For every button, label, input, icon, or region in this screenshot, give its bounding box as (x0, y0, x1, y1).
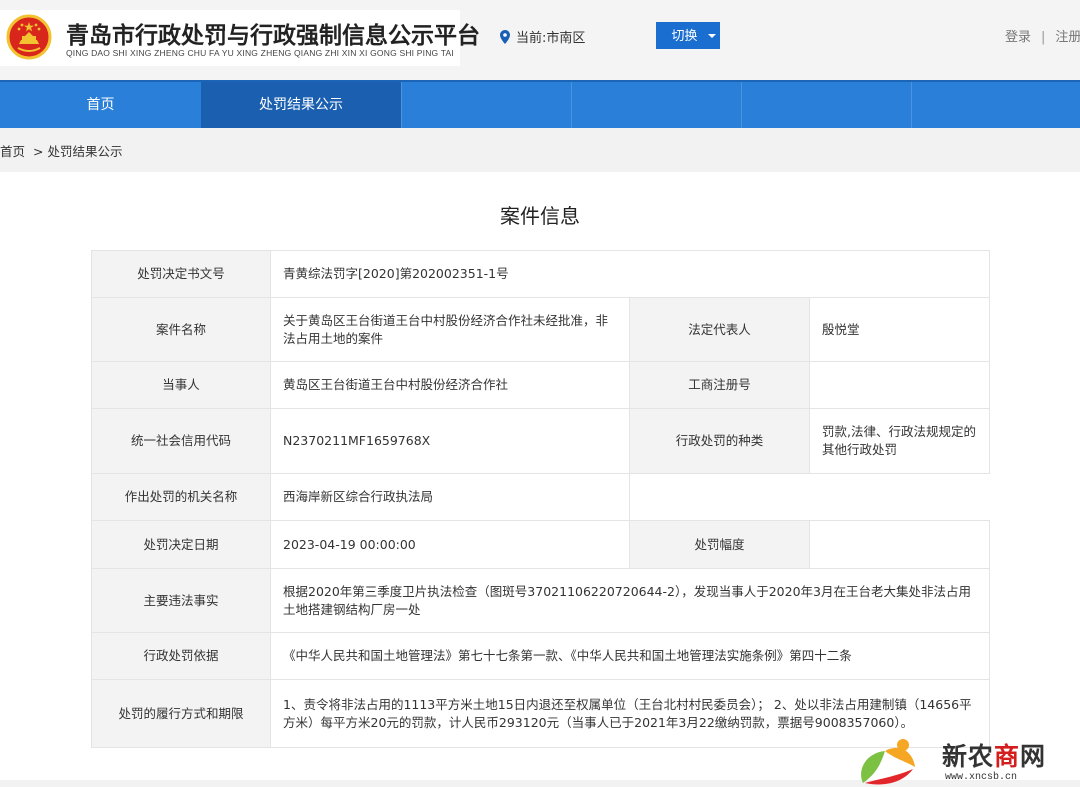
switch-region-button[interactable]: 切换 (656, 22, 720, 49)
party-label: 当事人 (91, 361, 271, 409)
case-name-value: 关于黄岛区王台街道王台中村股份经济合作社未经批准，非法占用土地的案件 (270, 297, 630, 362)
location-text: 当前:市南区 (516, 31, 586, 46)
chevron-down-icon (707, 34, 716, 38)
case-name-label: 案件名称 (91, 297, 271, 362)
legal-rep-label: 法定代表人 (629, 297, 810, 362)
nav-item-home[interactable]: 首页 (0, 82, 201, 128)
credit-code-label: 统一社会信用代码 (91, 408, 271, 474)
main-nav: 首页 处罚结果公示 (0, 80, 1080, 128)
facts-value: 根据2020年第三季度卫片执法检查（图斑号37021106220720644-2… (269, 568, 991, 633)
nav-divider (571, 82, 572, 128)
table-row: 处罚决定日期 2023-04-19 00:00:00 处罚幅度 (91, 520, 991, 569)
table-row: 处罚决定书文号 青黄综法罚字[2020]第202002351-1号 (91, 250, 991, 298)
authority-value: 西海岸新区综合行政执法局 (270, 473, 630, 521)
current-location: 当前:市南区 (500, 27, 585, 46)
doc-no-value: 青黄综法罚字[2020]第202002351-1号 (269, 250, 991, 298)
site-logo[interactable]: 青岛市行政处罚与行政强制信息公示平台 QING DAO SHI XING ZHE… (0, 10, 480, 66)
nav-divider (741, 82, 742, 128)
register-link[interactable]: 注册 (1055, 30, 1080, 45)
credit-code-value: N2370211MF1659768X (270, 408, 630, 474)
breadcrumb-home[interactable]: 首页 (0, 144, 25, 159)
site-subtitle: QING DAO SHI XING ZHENG CHU FA YU XING Z… (66, 48, 454, 58)
watermark-url: www.xncsb.cn (945, 772, 1018, 783)
decision-date-label: 处罚决定日期 (91, 520, 271, 569)
breadcrumb-separator: > (33, 144, 44, 159)
auth-links: 登录 | 注册 (1005, 26, 1080, 45)
auth-separator: | (1041, 30, 1046, 45)
facts-label: 主要违法事实 (91, 568, 271, 633)
table-row: 行政处罚依据 《中华人民共和国土地管理法》第七十七条第一款、《中华人民共和国土地… (91, 632, 991, 680)
nav-item-home-label: 首页 (86, 97, 115, 113)
switch-label: 切换 (671, 28, 698, 43)
empty-cell (628, 473, 991, 521)
table-row: 主要违法事实 根据2020年第三季度卫片执法检查（图斑号370211062207… (91, 568, 991, 633)
table-row: 作出处罚的机关名称 西海岸新区综合行政执法局 (91, 473, 991, 521)
basis-value: 《中华人民共和国土地管理法》第七十七条第一款、《中华人民共和国土地管理法实施条例… (269, 632, 991, 680)
site-title: 青岛市行政处罚与行政强制信息公示平台 (66, 23, 480, 49)
penalty-type-value: 罚款,法律、行政法规规定的其他行政处罚 (808, 408, 991, 474)
doc-no-label: 处罚决定书文号 (91, 250, 271, 298)
national-emblem-icon (6, 14, 52, 60)
party-value: 黄岛区王台街道王台中村股份经济合作社 (270, 361, 630, 409)
table-row: 当事人 黄岛区王台街道王台中村股份经济合作社 工商注册号 (91, 361, 991, 409)
penalty-range-label: 处罚幅度 (629, 520, 810, 569)
breadcrumb-current: 处罚结果公示 (47, 144, 123, 159)
header: 青岛市行政处罚与行政强制信息公示平台 QING DAO SHI XING ZHE… (0, 0, 1080, 80)
page-title: 案件信息 (500, 204, 580, 228)
table-row: 案件名称 关于黄岛区王台街道王台中村股份经济合作社未经批准，非法占用土地的案件 … (91, 297, 991, 362)
nav-item-penalty-results[interactable]: 处罚结果公示 (201, 82, 401, 128)
performance-label: 处罚的履行方式和期限 (91, 679, 271, 748)
case-info-table: 处罚决定书文号 青黄综法罚字[2020]第202002351-1号 案件名称 关… (91, 250, 991, 748)
login-link[interactable]: 登录 (1005, 30, 1031, 45)
nav-divider (401, 82, 402, 128)
location-pin-icon (500, 30, 510, 44)
reg-no-label: 工商注册号 (629, 361, 810, 409)
nav-divider (911, 82, 912, 128)
watermark-brand: 新农商网 (942, 737, 1046, 773)
penalty-type-label: 行政处罚的种类 (629, 408, 810, 474)
legal-rep-value: 殷悦堂 (808, 297, 991, 362)
table-row: 统一社会信用代码 N2370211MF1659768X 行政处罚的种类 罚款,法… (91, 408, 991, 474)
basis-label: 行政处罚依据 (91, 632, 271, 680)
watermark-brand-red: 商 (994, 742, 1021, 771)
reg-no-value (808, 361, 991, 409)
authority-label: 作出处罚的机关名称 (91, 473, 271, 521)
watermark-brand-2: 网 (1020, 742, 1047, 771)
watermark-brand-1: 新农 (942, 742, 995, 771)
breadcrumb: 首页 > 处罚结果公示 (0, 141, 123, 160)
penalty-range-value (808, 520, 991, 569)
nav-item-penalty-results-label: 处罚结果公示 (259, 97, 343, 113)
decision-date-value: 2023-04-19 00:00:00 (270, 520, 630, 569)
